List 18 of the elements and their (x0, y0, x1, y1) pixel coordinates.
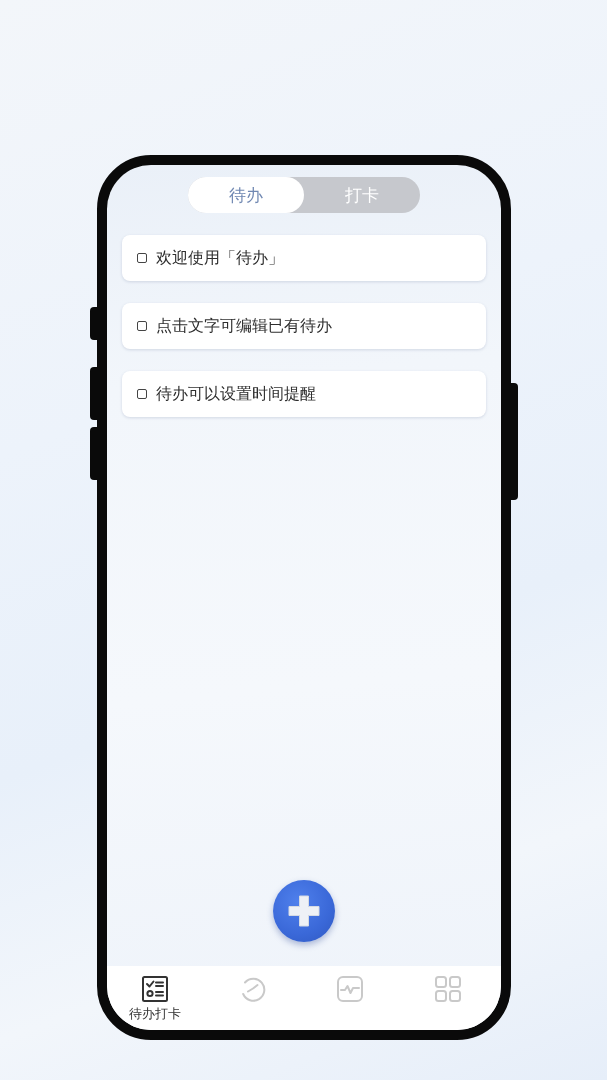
todo-text[interactable]: 待办可以设置时间提醒 (155, 383, 316, 405)
pulse-icon (337, 976, 364, 1002)
checkbox[interactable] (136, 321, 147, 331)
todo-text[interactable]: 欢迎使用「待办」 (155, 247, 284, 269)
side-button[interactable] (89, 307, 98, 340)
side-button[interactable] (89, 367, 98, 420)
nav-tab[interactable]: 待办打卡 (129, 976, 182, 1021)
checkbox[interactable] (136, 389, 147, 399)
checklist-icon (142, 976, 169, 1002)
clock-icon (239, 976, 266, 1002)
plus-icon (286, 894, 321, 928)
add-button[interactable] (272, 880, 335, 942)
tab[interactable]: 待办 (187, 177, 304, 213)
nav-label: 待办打卡 (129, 1006, 182, 1021)
side-button[interactable] (89, 427, 98, 480)
todo-text[interactable]: 点击文字可编辑已有待办 (155, 315, 332, 337)
grid-icon (434, 976, 461, 1002)
checkbox[interactable] (136, 253, 147, 263)
